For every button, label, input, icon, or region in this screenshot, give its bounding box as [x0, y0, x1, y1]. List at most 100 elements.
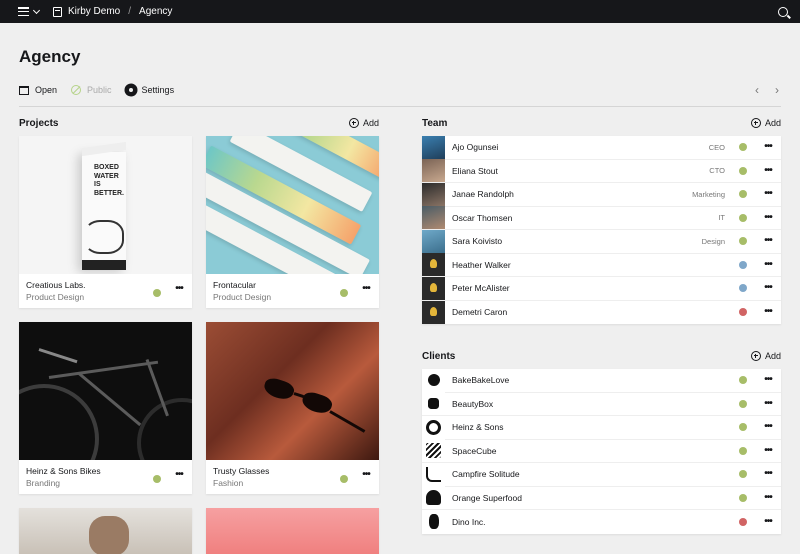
avatar — [422, 135, 445, 159]
settings-label: Settings — [141, 85, 175, 95]
status-dot[interactable] — [739, 399, 747, 408]
project-title: Creatious Labs. — [26, 280, 86, 290]
options-button[interactable]: ••• — [761, 236, 775, 246]
options-button[interactable]: ••• — [761, 469, 775, 479]
status-dot[interactable] — [739, 493, 747, 502]
list-item[interactable]: BeautyBox ••• — [422, 392, 781, 416]
carton-text: BOXED WATER IS BETTER. — [94, 164, 124, 197]
project-subtitle: Fashion — [213, 478, 244, 488]
open-button[interactable]: Open — [19, 85, 57, 95]
options-button[interactable]: ••• — [761, 283, 775, 293]
list-item[interactable]: Demetri Caron ••• — [422, 300, 781, 325]
list-item[interactable]: Campfire Solitude ••• — [422, 462, 781, 487]
list-item[interactable]: SpaceCube ••• — [422, 439, 781, 463]
project-card[interactable]: Trusty Glasses Fashion ••• — [206, 322, 379, 494]
status-dot[interactable] — [739, 470, 747, 479]
page-header: Agency Open Public Settings ‹ › — [0, 46, 800, 107]
list-item[interactable]: Ajo Ogunsei CEO ••• — [422, 135, 781, 160]
project-card[interactable] — [19, 508, 192, 554]
list-item[interactable]: Orange Superfood ••• — [422, 486, 781, 510]
add-icon — [750, 118, 761, 128]
status-dot[interactable] — [340, 475, 348, 483]
options-button[interactable]: ••• — [761, 398, 775, 409]
project-subtitle: Product Design — [213, 292, 272, 302]
member-role: Design — [701, 236, 725, 246]
options-button[interactable]: ••• — [761, 492, 775, 503]
options-button[interactable]: ••• — [359, 470, 373, 480]
status-dot[interactable] — [739, 284, 747, 293]
options-button[interactable]: ••• — [761, 212, 775, 223]
list-item[interactable]: Oscar Thomsen IT ••• — [422, 206, 781, 230]
user-placeholder-icon — [422, 253, 445, 277]
project-card[interactable]: Heinz & Sons Bikes Branding ••• — [19, 322, 192, 494]
status-dot[interactable] — [739, 190, 747, 199]
avatar — [422, 206, 445, 230]
project-card[interactable]: Frontacular Product Design ••• — [206, 136, 379, 308]
list-item[interactable]: BakeBakeLove ••• — [422, 368, 781, 393]
status-dot[interactable] — [739, 446, 747, 455]
status-dot[interactable] — [739, 143, 747, 152]
options-button[interactable]: ••• — [761, 189, 775, 199]
client-name: Dino Inc. — [452, 516, 486, 527]
options-button[interactable]: ••• — [761, 165, 775, 176]
options-button[interactable]: ••• — [761, 307, 775, 317]
add-label: Add — [764, 351, 781, 361]
avatar — [422, 159, 445, 183]
member-role: CTO — [709, 166, 725, 176]
options-button[interactable]: ••• — [172, 470, 186, 480]
team-list: Ajo Ogunsei CEO ••• Eliana Stout CTO •••… — [422, 135, 781, 325]
options-button[interactable]: ••• — [761, 259, 775, 270]
list-item[interactable]: Heather Walker ••• — [422, 253, 781, 277]
status-dot[interactable] — [739, 376, 747, 385]
public-status-button[interactable]: Public — [71, 85, 112, 95]
avatar — [422, 229, 445, 253]
project-card[interactable] — [206, 508, 379, 554]
status-dot[interactable] — [153, 289, 161, 297]
breadcrumb-site[interactable]: Kirby Demo — [68, 6, 120, 17]
menu-button[interactable] — [18, 6, 41, 16]
list-item[interactable]: Sara Koivisto Design ••• — [422, 229, 781, 254]
status-dot[interactable] — [739, 166, 747, 175]
list-item[interactable]: Janae Randolph Marketing ••• — [422, 182, 781, 207]
clients-section: Clients Add BakeBakeLove ••• BeautyBox •… — [422, 346, 781, 534]
next-page-button[interactable]: › — [775, 83, 779, 97]
search-icon[interactable] — [778, 6, 788, 17]
status-dot[interactable] — [739, 308, 747, 317]
page-toolbar: Open Public Settings ‹ › — [19, 82, 781, 98]
options-button[interactable]: ••• — [172, 284, 186, 294]
orange-logo-icon — [422, 486, 445, 510]
status-dot[interactable] — [739, 237, 747, 246]
header-divider — [19, 106, 781, 107]
status-dot[interactable] — [340, 289, 348, 297]
project-image: BOXED WATER IS BETTER. — [19, 136, 192, 274]
options-button[interactable]: ••• — [761, 142, 775, 152]
status-dot[interactable] — [739, 517, 747, 526]
gear-icon — [125, 85, 136, 95]
project-title: Trusty Glasses — [213, 466, 270, 476]
add-team-member-button[interactable]: Add — [750, 118, 781, 128]
breadcrumb-page[interactable]: Agency — [139, 6, 172, 17]
client-name: Orange Superfood — [452, 492, 522, 503]
list-item[interactable]: Peter McAlister ••• — [422, 276, 781, 301]
status-dot[interactable] — [153, 475, 161, 483]
project-image — [206, 322, 379, 460]
list-item[interactable]: Dino Inc. ••• — [422, 510, 781, 534]
member-role: IT — [718, 213, 725, 223]
flower-logo-icon — [422, 392, 445, 416]
options-button[interactable]: ••• — [761, 422, 775, 432]
list-item[interactable]: Eliana Stout CTO ••• — [422, 159, 781, 183]
options-button[interactable]: ••• — [761, 516, 775, 527]
add-project-button[interactable]: Add — [348, 118, 379, 128]
settings-button[interactable]: Settings — [125, 85, 175, 95]
status-dot[interactable] — [739, 423, 747, 432]
projects-heading: Projects — [19, 117, 59, 129]
add-client-button[interactable]: Add — [750, 351, 781, 361]
project-card[interactable]: BOXED WATER IS BETTER. Creatious Labs. P… — [19, 136, 192, 308]
status-dot[interactable] — [739, 213, 747, 222]
prev-page-button[interactable]: ‹ — [755, 83, 759, 97]
options-button[interactable]: ••• — [761, 375, 775, 385]
list-item[interactable]: Heinz & Sons ••• — [422, 415, 781, 440]
options-button[interactable]: ••• — [359, 284, 373, 294]
options-button[interactable]: ••• — [761, 445, 775, 456]
status-dot[interactable] — [739, 260, 747, 269]
